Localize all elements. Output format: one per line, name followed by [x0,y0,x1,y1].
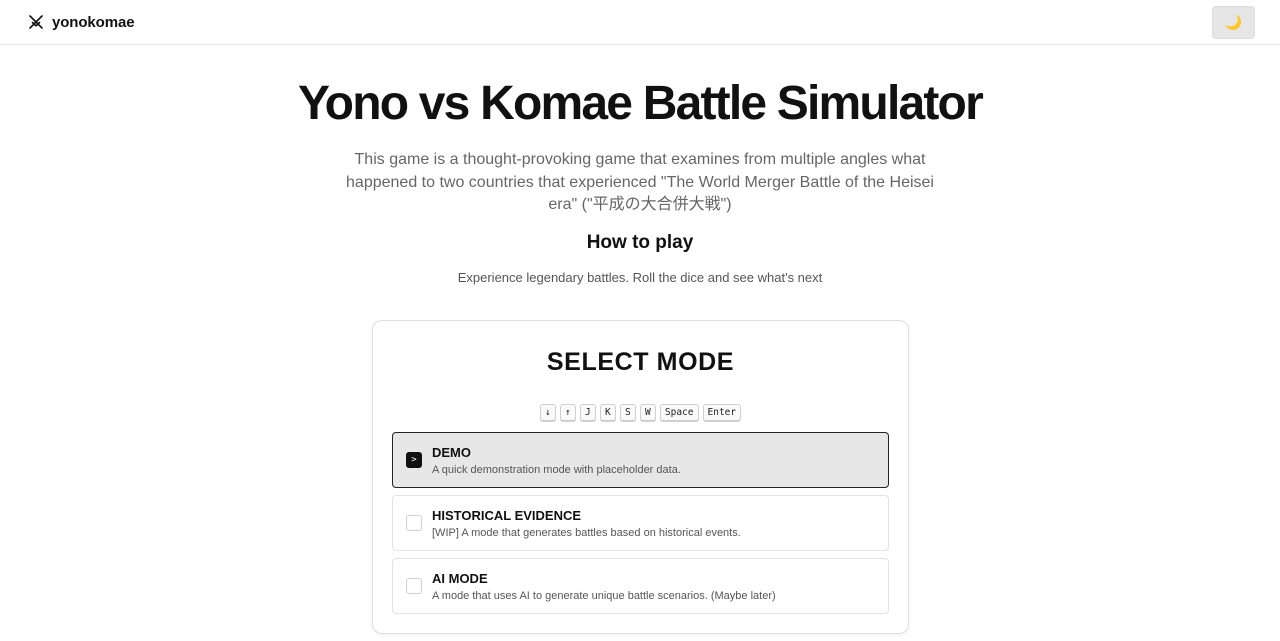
mode-select-card: SELECT MODE ↓ ↑ J K S W Space Enter > DE… [372,320,909,634]
game-description: This game is a thought-provoking game th… [346,151,934,213]
mode-description: [WIP] A mode that generates battles base… [432,526,741,539]
mode-select-title: SELECT MODE [546,348,735,376]
mode-name: HISTORICAL EVIDENCE [432,507,582,523]
keyboard-shortcuts: ↓ ↑ J K S W Space Enter [373,404,908,421]
moon-icon: 🌙 [1224,13,1243,30]
key-up: ↑ [559,404,576,421]
mode-option-historical-evidence[interactable]: HISTORICAL EVIDENCE [WIP] A mode that ge… [392,495,889,551]
top-bar: yonokomae 🌙 [0,0,1280,45]
mode-option-ai-mode[interactable]: AI MODE A mode that uses AI to generate … [392,558,889,614]
brand-name: yonokomae [52,13,135,31]
checkbox-icon [406,515,422,531]
mode-option-demo[interactable]: > DEMO A quick demonstration mode with p… [392,432,889,488]
tagline: Experience legendary battles. Roll the d… [457,269,823,285]
mode-name: AI MODE [432,570,488,586]
how-to-play-heading: How to play [586,231,694,253]
selected-indicator-icon: > [406,452,422,468]
key-k: K [599,404,616,421]
checkbox-icon [406,578,422,594]
key-s: S [619,404,636,421]
mode-description: A mode that uses AI to generate unique b… [432,589,776,602]
key-space: Space [659,404,699,421]
key-w: W [639,404,656,421]
key-enter: Enter [702,404,742,421]
key-j: J [579,404,596,421]
page-title: Yono vs Komae Battle Simulator [298,77,984,130]
theme-toggle-button[interactable]: 🌙 [1212,5,1255,39]
mode-description: A quick demonstration mode with placehol… [432,463,681,476]
crossed-swords-icon [28,14,44,30]
mode-list: > DEMO A quick demonstration mode with p… [392,432,889,621]
mode-name: DEMO [432,444,471,460]
key-down: ↓ [539,404,556,421]
hero: Yono vs Komae Battle Simulator This game… [0,77,1280,287]
brand[interactable]: yonokomae [28,13,135,31]
